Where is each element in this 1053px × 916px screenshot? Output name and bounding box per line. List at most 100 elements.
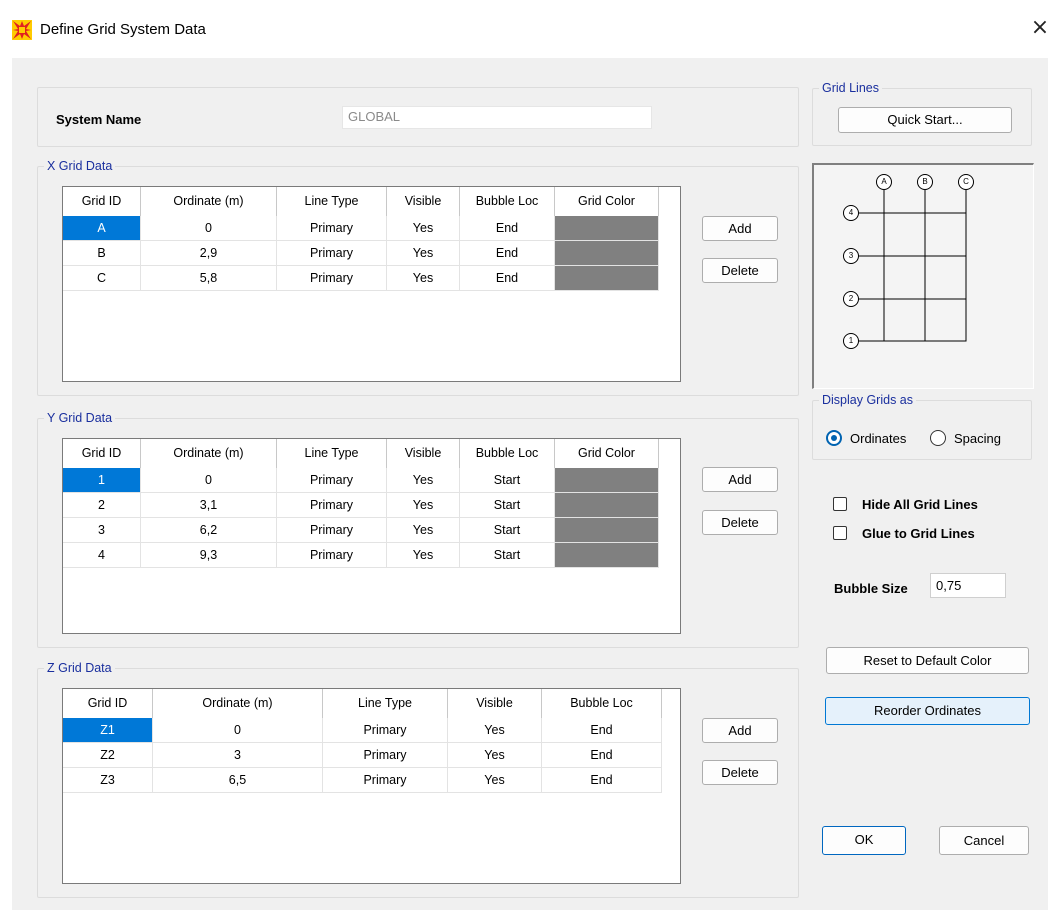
system-name-field[interactable]: GLOBAL [342, 106, 652, 129]
ordinates-radio[interactable] [826, 430, 842, 446]
table-cell[interactable]: Z2 [63, 743, 153, 767]
table-cell[interactable]: Yes [387, 241, 460, 265]
column-header[interactable]: Grid ID [63, 689, 153, 718]
table-cell[interactable]: 6,2 [141, 518, 277, 542]
column-header[interactable]: Bubble Loc [460, 187, 555, 216]
table-cell[interactable]: 6,5 [153, 768, 323, 792]
z-add-button[interactable]: Add [702, 718, 778, 743]
table-cell[interactable]: Yes [387, 216, 460, 240]
table-cell[interactable]: End [460, 266, 555, 290]
table-row[interactable]: Z2 3 Primary Yes End [63, 743, 662, 768]
grid-color-swatch[interactable] [555, 543, 659, 567]
table-row[interactable]: C 5,8 Primary Yes End [63, 266, 659, 291]
table-row[interactable]: 2 3,1 Primary Yes Start [63, 493, 659, 518]
ok-button[interactable]: OK [822, 826, 906, 855]
column-header[interactable]: Visible [387, 439, 460, 468]
table-cell[interactable]: Yes [448, 718, 542, 742]
table-cell[interactable]: 9,3 [141, 543, 277, 567]
reorder-ordinates-button[interactable]: Reorder Ordinates [825, 697, 1030, 725]
table-cell[interactable]: Yes [387, 493, 460, 517]
table-cell[interactable]: 4 [63, 543, 141, 567]
column-header[interactable]: Line Type [277, 439, 387, 468]
table-cell[interactable]: Primary [277, 493, 387, 517]
table-cell[interactable]: Primary [277, 468, 387, 492]
cancel-button[interactable]: Cancel [939, 826, 1029, 855]
table-row[interactable]: 3 6,2 Primary Yes Start [63, 518, 659, 543]
table-row[interactable]: 1 0 Primary Yes Start [63, 468, 659, 493]
table-cell[interactable]: Primary [323, 718, 448, 742]
table-cell[interactable]: A [63, 216, 141, 240]
table-cell[interactable]: End [542, 718, 662, 742]
table-cell[interactable]: 3 [153, 743, 323, 767]
column-header[interactable]: Bubble Loc [460, 439, 555, 468]
table-cell[interactable]: Start [460, 518, 555, 542]
bubble-size-field[interactable]: 0,75 [930, 573, 1006, 598]
table-cell[interactable]: Primary [277, 543, 387, 567]
table-row[interactable]: A 0 Primary Yes End [63, 216, 659, 241]
table-row[interactable]: Z3 6,5 Primary Yes End [63, 768, 662, 793]
table-cell[interactable]: 2,9 [141, 241, 277, 265]
y-delete-button[interactable]: Delete [702, 510, 778, 535]
column-header[interactable]: Ordinate (m) [141, 187, 277, 216]
table-cell[interactable]: Primary [323, 743, 448, 767]
table-cell[interactable]: Primary [277, 241, 387, 265]
table-cell[interactable]: End [542, 768, 662, 792]
table-cell[interactable]: Z3 [63, 768, 153, 792]
grid-color-swatch[interactable] [555, 266, 659, 290]
spacing-radio[interactable] [930, 430, 946, 446]
table-cell[interactable]: 5,8 [141, 266, 277, 290]
column-header[interactable]: Line Type [323, 689, 448, 718]
z-delete-button[interactable]: Delete [702, 760, 778, 785]
table-cell[interactable]: 1 [63, 468, 141, 492]
x-add-button[interactable]: Add [702, 216, 778, 241]
table-cell[interactable]: Yes [387, 518, 460, 542]
grid-color-swatch[interactable] [555, 468, 659, 492]
table-cell[interactable]: Start [460, 468, 555, 492]
table-cell[interactable]: Primary [277, 518, 387, 542]
table-cell[interactable]: Primary [277, 216, 387, 240]
column-header[interactable]: Grid ID [63, 439, 141, 468]
quick-start-button[interactable]: Quick Start... [838, 107, 1012, 133]
table-cell[interactable]: End [460, 216, 555, 240]
table-cell[interactable]: 0 [153, 718, 323, 742]
column-header[interactable]: Line Type [277, 187, 387, 216]
table-cell[interactable]: Primary [323, 768, 448, 792]
table-cell[interactable]: 3 [63, 518, 141, 542]
x-grid-table[interactable]: Grid ID Ordinate (m) Line Type Visible Bubbl… [62, 186, 681, 382]
table-cell[interactable]: Yes [448, 768, 542, 792]
grid-color-swatch[interactable] [555, 216, 659, 240]
column-header[interactable]: Visible [448, 689, 542, 718]
table-cell[interactable]: 0 [141, 216, 277, 240]
table-cell[interactable]: B [63, 241, 141, 265]
table-cell[interactable]: 2 [63, 493, 141, 517]
table-cell[interactable]: Yes [387, 543, 460, 567]
table-row[interactable]: Z1 0 Primary Yes End [63, 718, 662, 743]
column-header[interactable]: Ordinate (m) [141, 439, 277, 468]
table-row[interactable]: B 2,9 Primary Yes End [63, 241, 659, 266]
table-cell[interactable]: End [460, 241, 555, 265]
z-grid-table[interactable]: Grid ID Ordinate (m) Line Type Visible Bubbl… [62, 688, 681, 884]
column-header[interactable]: Bubble Loc [542, 689, 662, 718]
table-cell[interactable]: Yes [387, 468, 460, 492]
hide-all-grid-lines-checkbox[interactable] [833, 497, 847, 511]
grid-color-swatch[interactable] [555, 493, 659, 517]
table-cell[interactable]: Start [460, 493, 555, 517]
grid-color-swatch[interactable] [555, 518, 659, 542]
table-cell[interactable]: 3,1 [141, 493, 277, 517]
x-delete-button[interactable]: Delete [702, 258, 778, 283]
table-cell[interactable]: Start [460, 543, 555, 567]
table-cell[interactable]: End [542, 743, 662, 767]
table-row[interactable]: 4 9,3 Primary Yes Start [63, 543, 659, 568]
grid-color-swatch[interactable] [555, 241, 659, 265]
column-header[interactable]: Visible [387, 187, 460, 216]
column-header[interactable]: Grid ID [63, 187, 141, 216]
table-cell[interactable]: C [63, 266, 141, 290]
table-cell[interactable]: Primary [277, 266, 387, 290]
column-header[interactable]: Grid Color [555, 439, 659, 468]
table-cell[interactable]: Yes [448, 743, 542, 767]
table-cell[interactable]: 0 [141, 468, 277, 492]
table-cell[interactable]: Yes [387, 266, 460, 290]
table-cell[interactable]: Z1 [63, 718, 153, 742]
y-grid-table[interactable]: Grid ID Ordinate (m) Line Type Visible Bubbl… [62, 438, 681, 634]
column-header[interactable]: Ordinate (m) [153, 689, 323, 718]
